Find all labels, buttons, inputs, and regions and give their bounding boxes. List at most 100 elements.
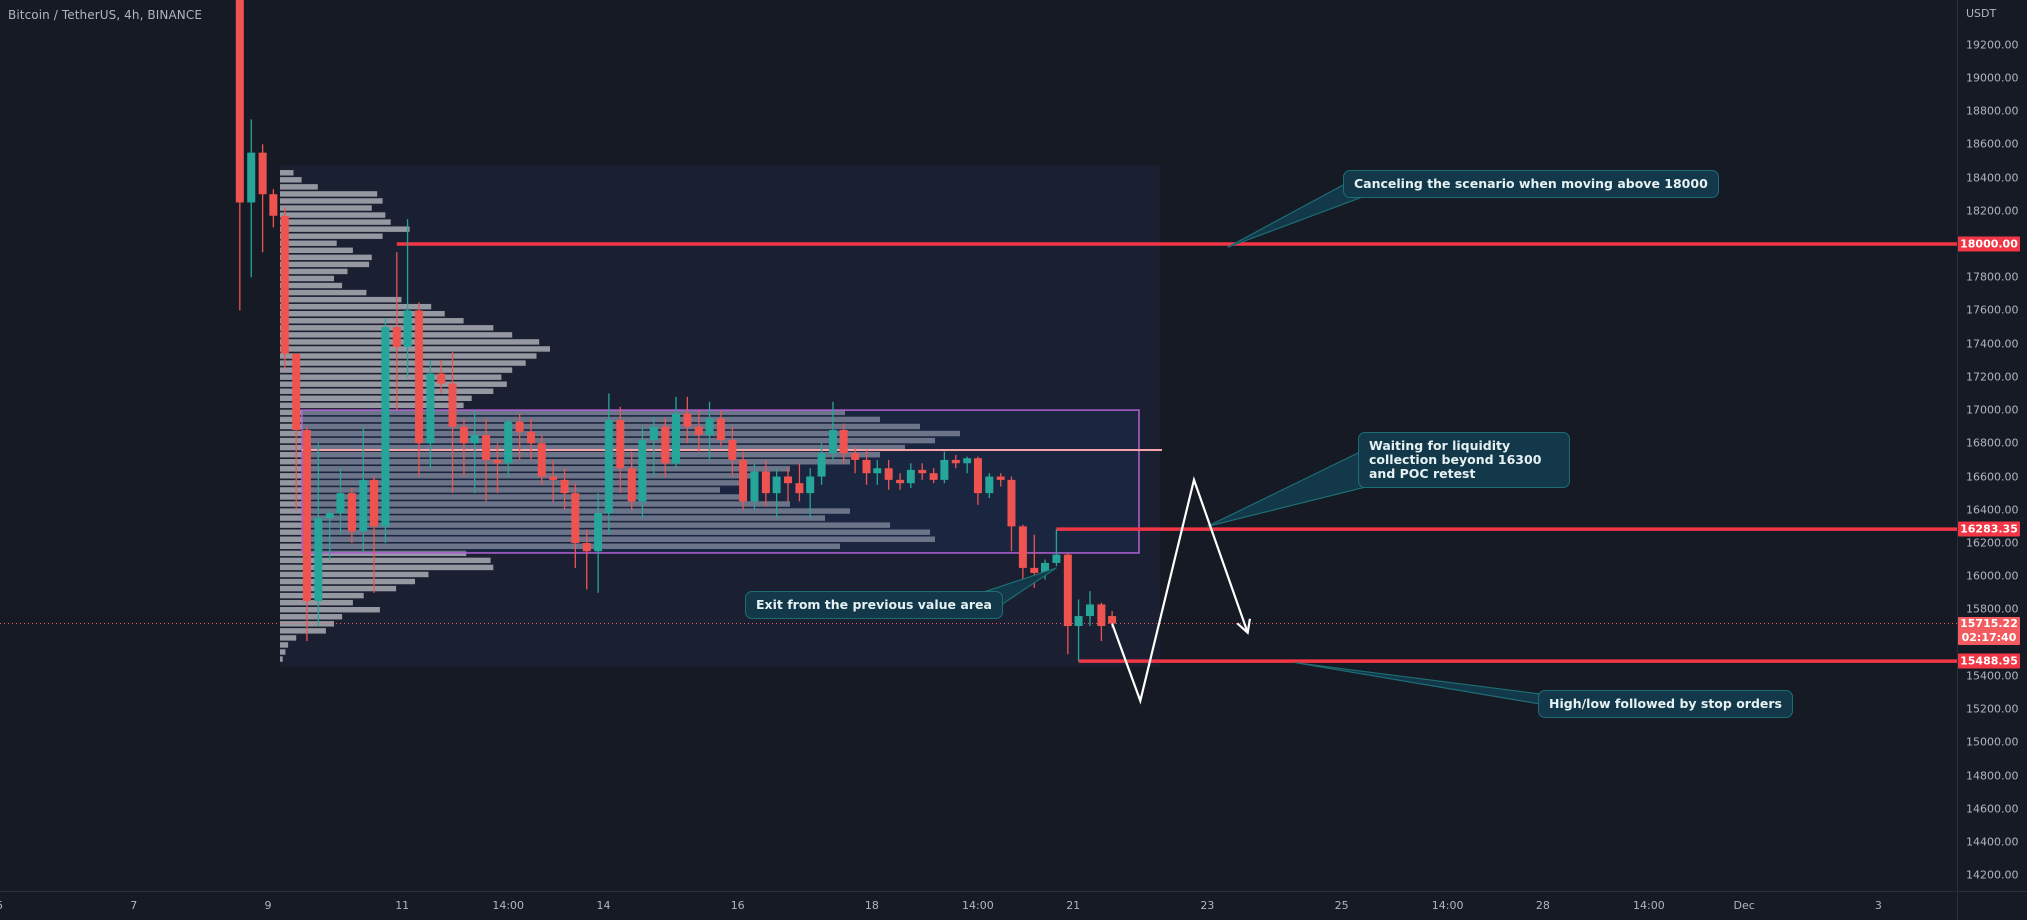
candle-body	[426, 373, 435, 444]
candle-body	[750, 471, 759, 502]
candle-body	[560, 479, 569, 494]
candle-body	[996, 476, 1005, 480]
candle	[739, 451, 748, 510]
candle-body	[370, 479, 379, 527]
profile-bar	[280, 282, 343, 289]
callout-cancel[interactable]: Canceling the scenario when moving above…	[1343, 170, 1719, 198]
candle-body	[817, 453, 826, 477]
time-tick: 14	[596, 899, 611, 912]
candle-body	[661, 426, 670, 464]
profile-bar	[280, 205, 372, 211]
profile-bar	[280, 268, 348, 275]
candle-body	[806, 476, 815, 494]
callout-liquidity[interactable]: Waiting for liquidity collection beyond …	[1358, 432, 1570, 488]
candle	[280, 207, 289, 369]
candle-body	[873, 468, 882, 474]
candle	[269, 189, 278, 228]
profile-bar	[280, 381, 507, 387]
time-tick: 23	[1200, 899, 1215, 912]
time-tick: 9	[264, 899, 272, 912]
candle-body	[951, 459, 960, 464]
candle-body	[1018, 526, 1027, 568]
liquidity-level-tag: 16283.35	[1958, 521, 2020, 537]
profile-bar	[280, 564, 494, 571]
candle-body	[381, 327, 390, 527]
price-tick: 18600.00	[1966, 137, 2019, 151]
candle	[247, 119, 256, 278]
low-level-tag: 15488.95	[1958, 653, 2020, 669]
time-axis-divider	[0, 891, 2027, 892]
time-tick: 3	[1874, 899, 1882, 912]
candle-body	[325, 513, 334, 519]
price-tick: 15200.00	[1966, 702, 2019, 716]
time-tick: 5	[0, 899, 3, 912]
candle-body	[973, 458, 982, 494]
candle-body	[828, 430, 837, 454]
price-tick: 18400.00	[1966, 171, 2019, 185]
candle-body	[1052, 554, 1061, 563]
candle-body	[247, 152, 256, 203]
profile-bar	[280, 198, 383, 204]
candle-body	[280, 215, 289, 354]
time-tick: 14:00	[1633, 899, 1665, 912]
chart-plot[interactable]	[0, 0, 2027, 920]
candle-body	[604, 420, 613, 514]
profile-bar	[280, 289, 367, 296]
candle-body	[1085, 604, 1094, 617]
callout-exit[interactable]: Exit from the previous value area	[745, 591, 1003, 619]
price-tick: 16000.00	[1966, 569, 2019, 583]
candle-body	[269, 194, 278, 216]
time-tick: 25	[1334, 899, 1349, 912]
price-tick: 17400.00	[1966, 337, 2019, 351]
price-tick: 18800.00	[1966, 104, 2019, 118]
candle-body	[1097, 604, 1106, 627]
candle-body	[671, 413, 680, 464]
time-tick: 14:00	[1431, 899, 1464, 912]
candle-body	[493, 459, 502, 464]
price-tick: 17600.00	[1966, 303, 2019, 317]
price-axis-unit: USDT	[1966, 7, 1997, 20]
time-tick: 21	[1066, 899, 1081, 912]
candle-body	[839, 430, 848, 454]
time-tick: 7	[130, 899, 138, 912]
profile-bar	[280, 367, 513, 373]
candle-body	[884, 468, 893, 480]
price-tick: 14600.00	[1966, 802, 2019, 816]
profile-bar	[280, 261, 370, 268]
candle-body	[470, 435, 479, 444]
candle	[381, 318, 390, 543]
profile-bar	[280, 606, 380, 613]
profile-bar	[280, 360, 526, 366]
price-tick: 16400.00	[1966, 503, 2019, 517]
profile-bar	[280, 628, 326, 634]
price-tick: 15400.00	[1966, 669, 2019, 683]
candle-body	[258, 152, 267, 195]
profile-bar	[280, 353, 537, 359]
last-price-tag: 15715.22 02:17:40	[1958, 616, 2020, 645]
candle	[258, 144, 267, 253]
candle-body	[906, 469, 915, 484]
candle-body	[1074, 616, 1083, 627]
callout-stops[interactable]: High/low followed by stop orders	[1538, 690, 1793, 718]
profile-bar	[280, 374, 502, 380]
time-tick: 14:00	[962, 899, 994, 912]
profile-bar	[280, 247, 353, 254]
candle-body	[292, 353, 301, 431]
callout-stops-pointer	[1294, 661, 1541, 705]
candle-body	[694, 426, 703, 436]
profile-bar	[280, 303, 432, 310]
cancel-level-tag: 18000.00	[1958, 236, 2020, 252]
candle-body	[414, 310, 423, 444]
chart-root[interactable]: Bitcoin / TetherUS, 4h, BINANCE USDT 192…	[0, 0, 2027, 920]
profile-bar	[280, 296, 402, 303]
price-tick: 15800.00	[1966, 602, 2019, 616]
profile-bar	[280, 191, 378, 197]
bar-countdown: 02:17:40	[1961, 630, 2017, 644]
time-tick: 11	[395, 899, 410, 912]
candle-body	[482, 435, 491, 460]
candle-body	[638, 439, 647, 502]
profile-bar	[280, 395, 472, 402]
price-tick: 14200.00	[1966, 868, 2019, 882]
candle-body	[683, 413, 692, 427]
candle-body	[728, 439, 737, 460]
